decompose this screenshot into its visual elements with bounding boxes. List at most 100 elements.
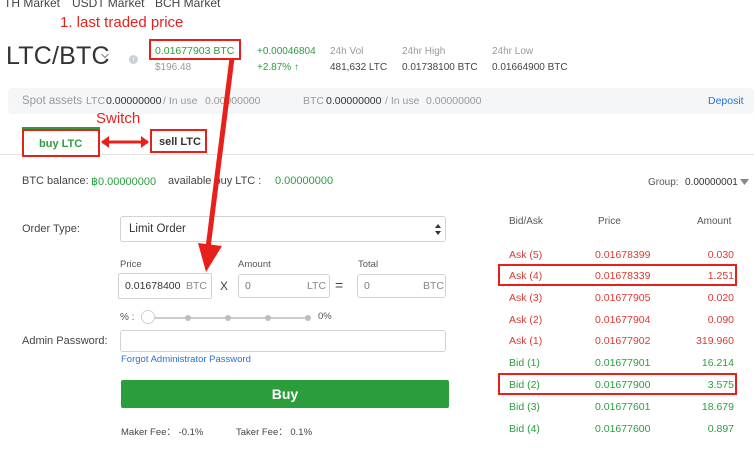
- ob-header-price: Price: [598, 216, 621, 227]
- total-input[interactable]: 0 BTC: [357, 274, 446, 298]
- total-placeholder: 0: [364, 280, 370, 292]
- slider-stop-50[interactable]: [225, 315, 231, 321]
- vol-label: 24h Vol: [330, 46, 364, 57]
- market-tab-eth[interactable]: TH Market: [4, 0, 60, 10]
- ob-amount: 0.020: [707, 292, 734, 304]
- pct-slider-handle[interactable]: [141, 310, 155, 324]
- order-book-row[interactable]: Ask (4) 0.01678339 1.251: [509, 270, 734, 284]
- ob-amount: 319.960: [696, 335, 734, 347]
- order-book-row[interactable]: Ask (3) 0.01677905 0.020: [509, 292, 734, 306]
- last-price-usd: $196.48: [155, 62, 192, 73]
- spot-assets-label: Spot assets: [22, 95, 83, 107]
- ltc-label: LTC: [86, 95, 106, 107]
- tab-divider: [0, 154, 754, 155]
- slider-stop-75[interactable]: [265, 315, 271, 321]
- info-icon[interactable]: i: [129, 55, 138, 64]
- high-label: 24hr High: [402, 46, 446, 57]
- tab-buy[interactable]: buy LTC: [22, 127, 100, 157]
- ob-price: 0.01677601: [595, 401, 651, 413]
- btc-inuse-label: / In use: [385, 95, 420, 107]
- order-book-row[interactable]: Bid (4) 0.01677600 0.897: [509, 423, 734, 437]
- tab-buy-label: buy LTC: [39, 138, 83, 150]
- last-price: 0.01677903 BTC: [155, 45, 235, 57]
- ob-price: 0.01677904: [595, 314, 651, 326]
- buy-button[interactable]: Buy: [121, 380, 449, 408]
- ob-side: Ask (5): [509, 249, 543, 261]
- admin-password-label: Admin Password:: [22, 335, 108, 347]
- market-tab-bch[interactable]: BCH Market: [155, 0, 220, 10]
- price-label: Price: [120, 259, 142, 270]
- select-arrows-icon: [435, 224, 441, 235]
- amount-input[interactable]: 0 LTC: [238, 274, 330, 298]
- group-label: Group:: [648, 177, 679, 188]
- ob-amount: 1.251: [707, 270, 734, 282]
- amount-unit: LTC: [307, 280, 327, 292]
- btc-balance-label: BTC balance:: [22, 175, 89, 187]
- order-type-select[interactable]: Limit Order: [120, 216, 446, 242]
- slider-stop-25[interactable]: [185, 315, 191, 321]
- ob-price: 0.01677905: [595, 292, 651, 304]
- ob-price: 0.01677901: [595, 357, 651, 369]
- switch-arrow-icon: [101, 136, 149, 148]
- low-value: 0.01664900 BTC: [492, 62, 568, 73]
- market-tab-usdt[interactable]: USDT Market: [72, 0, 144, 10]
- slider-stop-100[interactable]: [305, 315, 311, 321]
- ob-amount: 0.090: [707, 314, 734, 326]
- ob-price: 0.01677902: [595, 335, 651, 347]
- ob-side: Ask (4): [509, 270, 543, 282]
- ob-price: 0.01677900: [595, 379, 651, 391]
- annotation-switch: Switch: [96, 110, 141, 127]
- amount-placeholder: 0: [245, 280, 251, 292]
- price-unit: BTC: [186, 280, 207, 292]
- equals-sign: =: [335, 277, 344, 293]
- change-pct: +2.87% ↑: [257, 62, 299, 73]
- ob-amount: 16.214: [701, 357, 734, 369]
- ob-header-amount: Amount: [697, 216, 732, 227]
- admin-password-input[interactable]: [120, 330, 446, 352]
- order-type-label: Order Type:: [22, 223, 80, 235]
- amount-label: Amount: [238, 259, 271, 270]
- order-book-row[interactable]: Bid (2) 0.01677900 3.575: [509, 379, 734, 393]
- ob-side: Ask (1): [509, 335, 543, 347]
- order-book-row[interactable]: Ask (5) 0.01678399 0.030: [509, 249, 734, 263]
- order-book-row[interactable]: Bid (3) 0.01677601 18.679: [509, 401, 734, 415]
- ob-side: Ask (3): [509, 292, 543, 304]
- price-value: 0.01678400: [125, 280, 181, 292]
- pair-title: LTC/BTC: [6, 42, 110, 70]
- times-sign: X: [220, 279, 229, 293]
- group-caret-icon[interactable]: [740, 179, 749, 185]
- change-abs: +0.00046804: [257, 46, 316, 57]
- group-value[interactable]: 0.00000001: [685, 177, 738, 188]
- forgot-password-link[interactable]: Forgot Administrator Password: [121, 354, 251, 365]
- ob-side: Bid (2): [509, 379, 540, 391]
- order-book-row[interactable]: Bid (1) 0.01677901 16.214: [509, 357, 734, 371]
- ob-amount: 3.575: [707, 379, 734, 391]
- ob-side: Bid (3): [509, 401, 540, 413]
- tab-sell-label: sell LTC: [159, 136, 201, 148]
- order-book-row[interactable]: Ask (1) 0.01677902 319.960: [509, 335, 734, 349]
- taker-fee: Taker Fee： 0.1%: [236, 427, 313, 438]
- btc-value: 0.00000000: [326, 95, 382, 107]
- vol-value: 481,632 LTC: [330, 62, 388, 73]
- ob-header-side: Bid/Ask: [509, 216, 543, 227]
- available-value: 0.00000000: [275, 175, 334, 187]
- pct-label: % :: [120, 312, 135, 323]
- market-tabs: TH Market USDT Market BCH Market: [0, 0, 754, 12]
- btc-label: BTC: [303, 95, 324, 107]
- ltc-inuse-label: / In use: [163, 95, 198, 107]
- total-label: Total: [358, 259, 379, 270]
- order-book-row[interactable]: Ask (2) 0.01677904 0.090: [509, 314, 734, 328]
- price-input[interactable]: 0.01678400 BTC: [118, 273, 212, 299]
- btc-inuse-value: 0.00000000: [426, 95, 482, 107]
- annotation-arrow-icon: [198, 58, 235, 272]
- ob-side: Bid (4): [509, 423, 540, 435]
- chevron-down-icon[interactable]: [101, 52, 109, 60]
- ob-side: Ask (2): [509, 314, 543, 326]
- ob-side: Bid (1): [509, 357, 540, 369]
- btc-balance-value: ฿0.00000000: [91, 176, 157, 188]
- ob-price: 0.01678339: [595, 270, 651, 282]
- ltc-value: 0.00000000: [106, 95, 162, 107]
- ob-amount: 0.030: [707, 249, 734, 261]
- order-type-value: Limit Order: [129, 223, 186, 235]
- deposit-link[interactable]: Deposit: [708, 95, 744, 107]
